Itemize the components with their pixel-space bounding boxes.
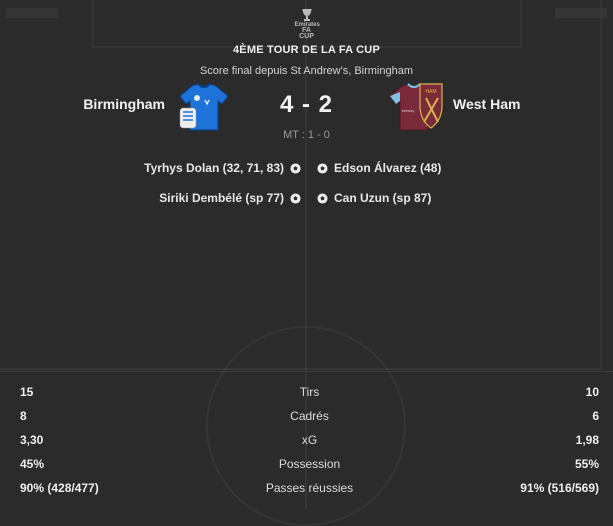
home-stat-value: 8	[20, 409, 27, 423]
away-stat-value: 10	[585, 385, 599, 399]
fa-cup-logo: Emirates FA CUP	[295, 8, 320, 40]
svg-text:HAM: HAM	[425, 89, 436, 95]
home-stat-value: 15	[20, 385, 34, 399]
home-scorer-2-text: Siriki Dembélé (sp 77)	[159, 191, 284, 205]
competition-title: 4ÈME TOUR DE LA FA CUP	[232, 44, 380, 56]
away-scorer-1-text: Edson Álvarez (48)	[334, 161, 442, 175]
halftime-score: MT : 1 - 0	[283, 129, 330, 141]
away-kit-icon: HAM betway	[389, 83, 443, 131]
home-scorer-2: Siriki Dembélé (sp 77)	[159, 191, 301, 205]
final-score: 4 - 2	[279, 91, 334, 118]
away-team-name[interactable]: West Ham	[453, 96, 520, 112]
away-scorer-2: Can Uzun (sp 87)	[317, 191, 431, 205]
home-scorer-1: Tyrhys Dolan (32, 71, 83)	[144, 161, 301, 175]
away-stat-value: 55%	[574, 457, 599, 471]
stat-row-shots: 15 Tirs 10	[20, 382, 599, 402]
stat-label: Tirs	[299, 385, 320, 399]
away-scorer-2-text: Can Uzun (sp 87)	[334, 191, 432, 205]
home-stat-value: 90% (428/477)	[20, 481, 99, 495]
home-form-tag	[6, 8, 58, 18]
away-stat-value: 1,98	[575, 433, 599, 447]
away-stat-value: 6	[592, 409, 599, 423]
stat-row-passes: 90% (428/477) Passes réussies 91% (516/5…	[20, 478, 599, 498]
goal-ball-icon	[317, 162, 328, 174]
stat-label: Passes réussies	[265, 481, 354, 495]
home-stat-value: 45%	[20, 457, 45, 471]
stat-label: Possession	[278, 457, 341, 471]
away-stat-value: 91% (516/569)	[520, 481, 599, 495]
away-scorer-1: Edson Álvarez (48)	[317, 161, 441, 175]
venue-subtitle: Score final depuis St Andrew's, Birmingh…	[199, 65, 414, 77]
goal-ball-icon	[317, 192, 328, 204]
home-stat-value: 3,30	[20, 433, 44, 447]
goal-ball-icon	[290, 162, 301, 174]
stat-row-on-target: 8 Cadrés 6	[20, 406, 599, 426]
home-scorer-1-text: Tyrhys Dolan (32, 71, 83)	[144, 161, 284, 175]
goal-ball-icon	[290, 192, 301, 204]
svg-text:betway: betway	[402, 108, 415, 113]
away-form-tag	[555, 8, 607, 18]
logo-line2: FA CUP	[299, 27, 314, 40]
stats-divider	[0, 371, 613, 372]
stat-label: xG	[301, 433, 318, 447]
stat-label: Cadrés	[290, 409, 329, 423]
stat-row-xg: 3,30 xG 1,98	[20, 430, 599, 450]
stat-row-possession: 45% Possession 55%	[20, 454, 599, 474]
fa-cup-trophy-icon	[301, 9, 312, 21]
